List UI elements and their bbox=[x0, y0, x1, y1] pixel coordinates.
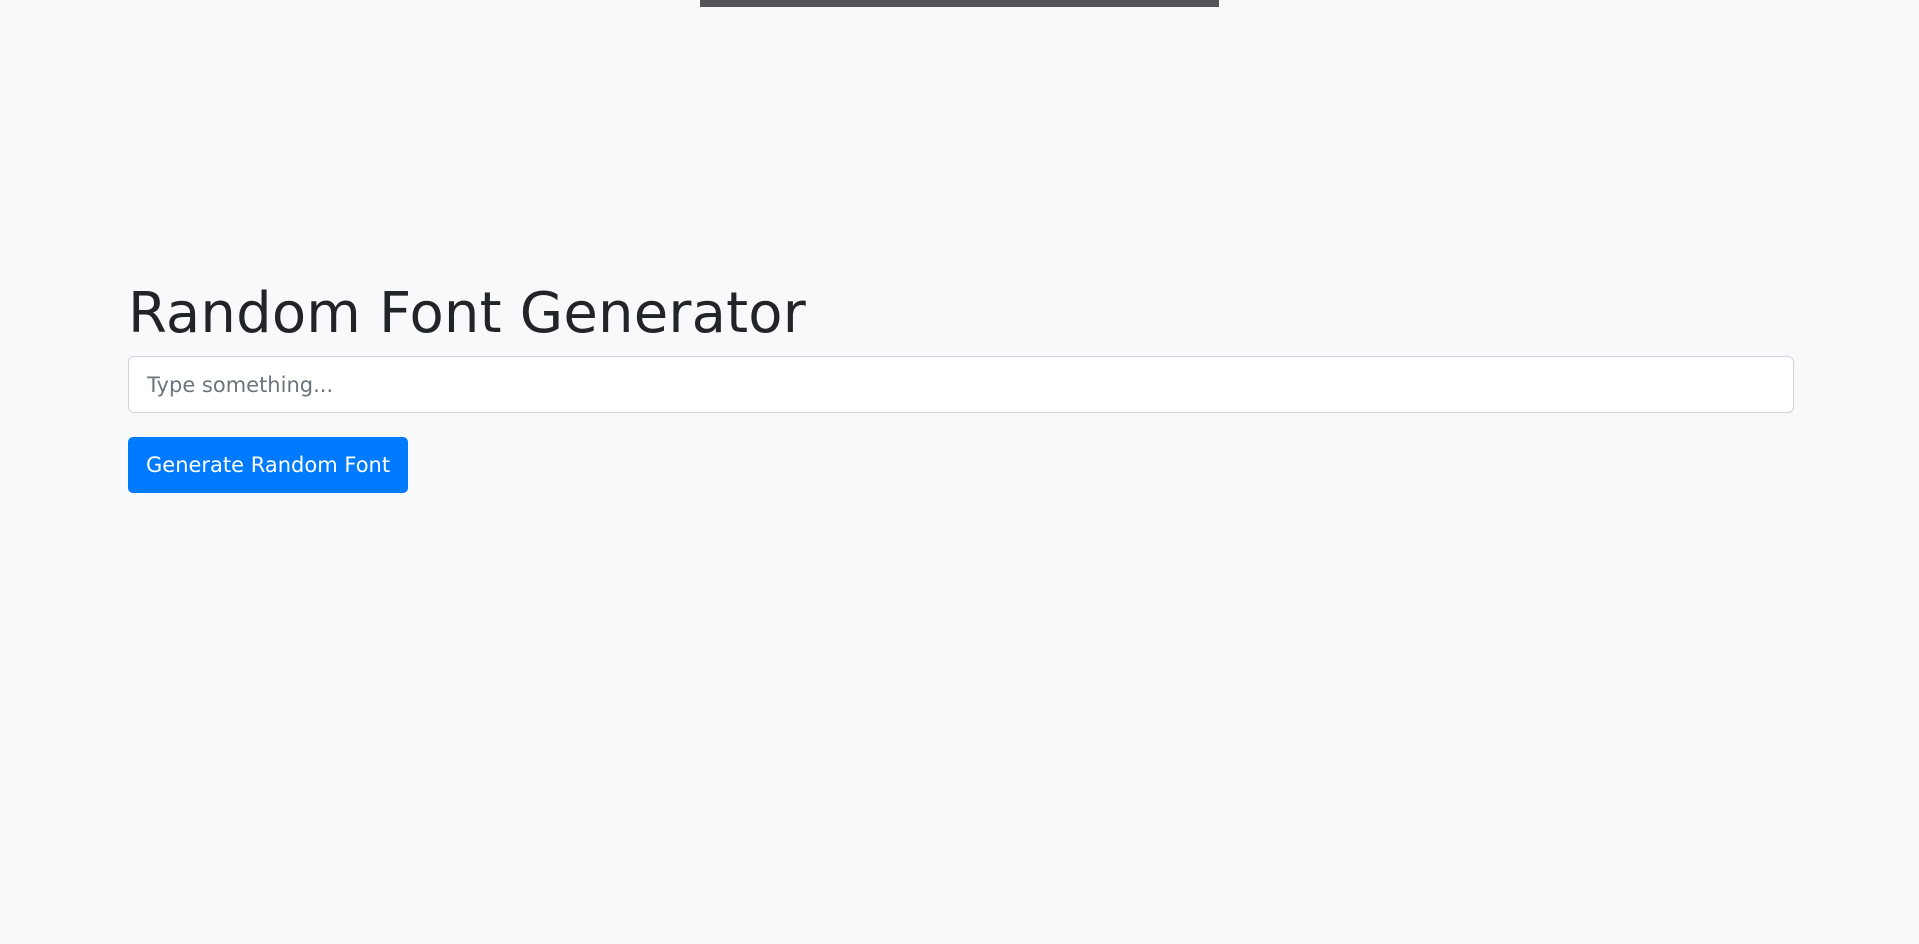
page-title: Random Font Generator bbox=[128, 281, 806, 346]
generate-random-font-button[interactable]: Generate Random Font bbox=[128, 437, 409, 494]
text-input[interactable] bbox=[128, 356, 1794, 414]
top-browser-bar bbox=[700, 0, 1219, 7]
main-container: Random Font Generator Generate Random Fo… bbox=[128, 280, 1794, 494]
